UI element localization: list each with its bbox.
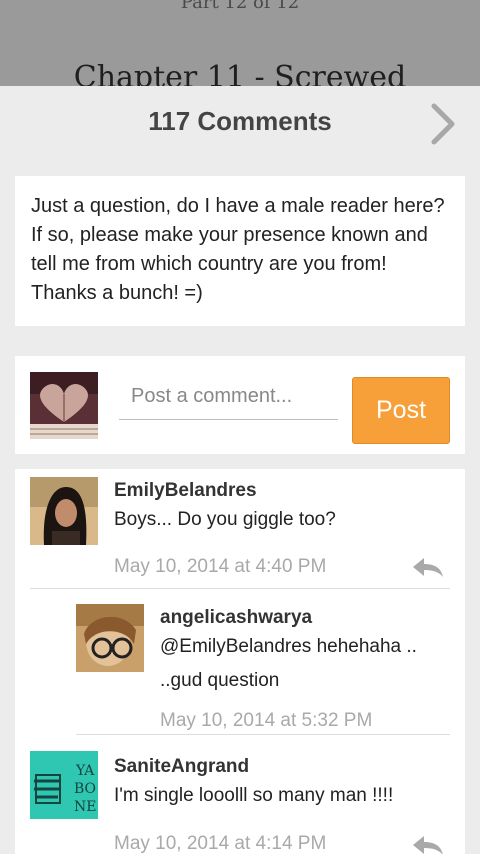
avatar[interactable]: YA BO NE [30, 751, 98, 819]
comment-item: EmilyBelandres Boys... Do you giggle too… [15, 469, 465, 589]
chevron-right-icon[interactable] [424, 102, 460, 146]
avatar-image [30, 477, 98, 545]
user-avatar [30, 372, 98, 439]
comment-timestamp: May 10, 2014 at 4:14 PM [114, 833, 327, 854]
author-note-text: Just a question, do I have a male reader… [31, 195, 445, 304]
comment-reply-item: angelicashwarya @EmilyBelandres hehehaha… [15, 589, 465, 735]
comment-username[interactable]: SaniteAngrand [114, 756, 249, 778]
comment-username[interactable]: angelicashwarya [160, 607, 312, 629]
comment-text-line2: ..gud question [160, 670, 280, 691]
comment-username[interactable]: EmilyBelandres [114, 480, 257, 502]
comment-text-line1: @EmilyBelandres hehehaha .. [160, 636, 417, 657]
comment-input[interactable] [119, 374, 338, 420]
reply-icon[interactable] [411, 555, 445, 579]
chapter-title: Chapter 11 - Screwed [73, 60, 407, 86]
avatar-image: YA BO NE [30, 751, 98, 819]
comment-timestamp: May 10, 2014 at 4:40 PM [114, 556, 327, 577]
svg-text:YA: YA [75, 763, 95, 779]
comments-count-title: 117 Comments [148, 106, 332, 136]
comment-item: YA BO NE SaniteAngrand I'm single loooll… [15, 735, 465, 854]
post-button[interactable]: Post [352, 377, 450, 444]
comments-list[interactable]: EmilyBelandres Boys... Do you giggle too… [15, 469, 465, 854]
avatar[interactable] [30, 477, 98, 545]
comment-compose: Post [15, 356, 465, 454]
comment-text: Boys... Do you giggle too? [114, 509, 336, 530]
author-note-card: Just a question, do I have a male reader… [15, 176, 465, 326]
avatar-image [76, 604, 144, 672]
part-indicator: Part 12 of 12 [180, 0, 300, 13]
avatar[interactable] [76, 604, 144, 672]
book-heart-avatar-image [30, 372, 98, 439]
reply-icon[interactable] [411, 833, 445, 854]
comments-panel: 117 Comments Just a question, do I have … [0, 86, 480, 854]
comment-timestamp: May 10, 2014 at 5:32 PM [160, 710, 373, 731]
comments-header: 117 Comments [0, 86, 480, 156]
svg-text:NE: NE [74, 799, 96, 815]
svg-text:BO: BO [74, 781, 96, 797]
reader-background: Part 12 of 12 Chapter 11 - Screwed [0, 0, 480, 86]
comment-text: I'm single looolll so many man !!!! [114, 785, 394, 806]
